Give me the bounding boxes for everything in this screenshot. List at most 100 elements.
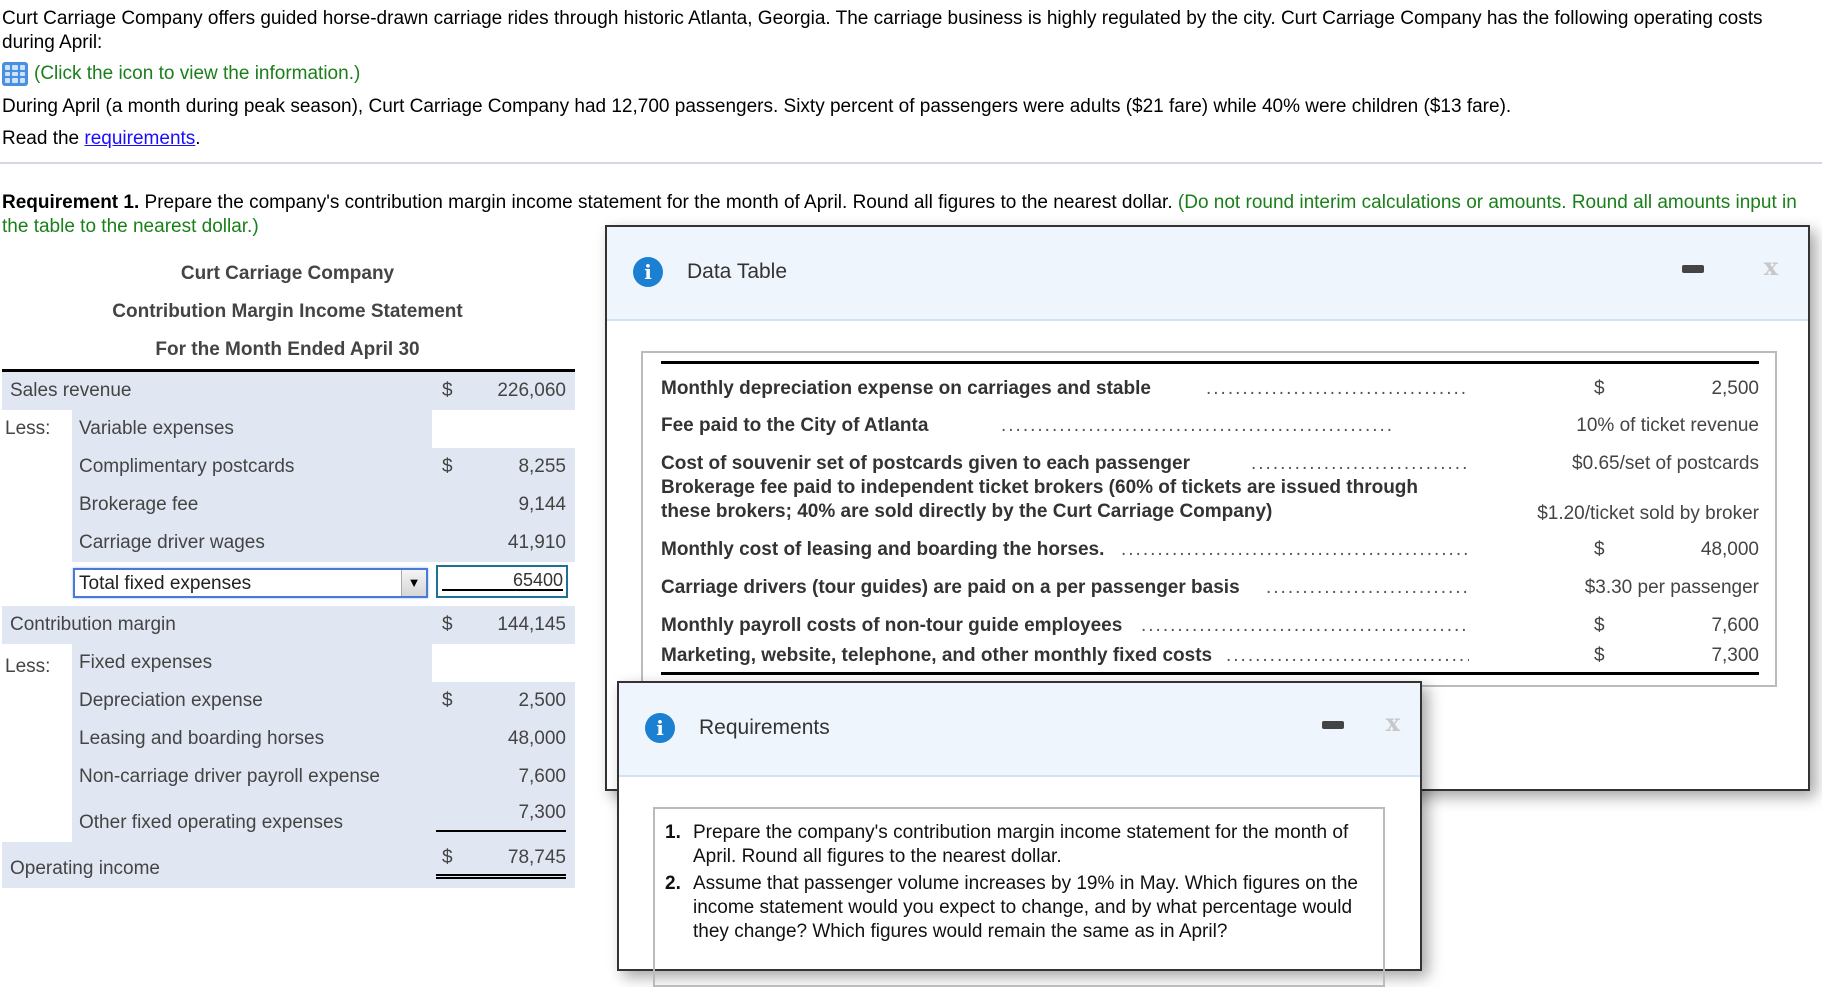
cost-value: 48,000 [1700,539,1759,560]
requirements-list: 1. Prepare the company's contribution ma… [665,821,1365,947]
minimize-icon[interactable] [1322,721,1344,729]
row-fixed-item: Depreciation expense $ 2,500 [0,682,575,720]
row-fixed-item: Non-carriage driver payroll expense 7,60… [0,758,575,796]
row-variable-item: Carriage driver wages 41,910 [0,524,575,562]
fixed-item-amount: 2,500 [518,690,566,711]
row-total-variable: Total fixed expenses ▼ 65400 [0,562,575,606]
variable-item-amount: 41,910 [507,532,566,553]
less-label: Less: [5,418,51,439]
cost-value: 10% of ticket revenue [1576,415,1759,436]
requirements-list-box: 1. Prepare the company's contribution ma… [653,807,1385,987]
requirement-item: 1. Prepare the company's contribution ma… [665,821,1365,869]
data-table-link-text[interactable]: (Click the icon to view the information.… [34,63,360,85]
cost-currency: $ [1594,378,1605,399]
close-icon[interactable]: x [1386,708,1400,737]
leader-dots: ........................................… [1141,615,1469,636]
cost-label: Cost of souvenir set of postcards given … [661,453,1190,474]
requirement-number: 2. [665,873,681,894]
leader-dots: ........................................… [1226,645,1469,666]
leader-dots: ........................................… [1121,539,1469,560]
requirement-1-label: Requirement 1. [2,192,140,213]
contribution-margin-currency: $ [442,614,453,635]
operating-income-currency: $ [442,847,453,868]
fixed-less-label: Less: [5,656,51,677]
variable-item-label: Complimentary postcards [79,456,295,477]
row-contribution-margin: Contribution margin $ 144,145 [0,606,575,644]
requirements-title: Requirements [699,716,830,739]
cost-value: 2,500 [1711,378,1759,399]
operating-income-label: Operating income [10,858,160,879]
contribution-margin-amount: 144,145 [497,614,566,635]
fixed-item-amount: 7,600 [518,766,566,787]
statement-period: For the Month Ended April 30 [155,339,420,360]
variable-item-amount: 8,255 [518,456,566,477]
row-variable-header: Less: Variable expenses [0,410,575,448]
cost-currency: $ [1594,615,1605,636]
requirements-header[interactable]: i Requirements x [619,683,1420,777]
leader-dots: ........................................… [1206,378,1469,399]
cost-value: 7,600 [1711,615,1759,636]
read-requirements-line: Read the requirements. [2,128,201,150]
row-variable-item: Brokerage fee 9,144 [0,486,575,524]
cost-value: 7,300 [1711,645,1759,666]
variable-item-label: Brokerage fee [79,494,199,515]
row-variable-item: Complimentary postcards $ 8,255 [0,448,575,486]
read-suffix: . [195,128,201,149]
cost-label: Monthly depreciation expense on carriage… [661,378,1151,399]
data-grid-icon[interactable] [2,62,28,86]
data-table-link[interactable]: (Click the icon to view the information.… [2,62,360,86]
sales-revenue-amount: 226,060 [497,380,566,401]
fixed-item-label: Other fixed operating expenses [79,812,344,833]
statement-title: Contribution Margin Income Statement [112,301,463,322]
info-icon: i [633,257,663,287]
row-fixed-header: Less: Fixed expenses [0,644,575,682]
row-operating-income: Operating income $ 78,745 [0,842,575,888]
data-table-header[interactable]: i Data Table x [607,227,1808,321]
cost-label: Fee paid to the City of Atlanta [661,415,929,436]
total-amount-input[interactable]: 65400 [436,565,568,598]
row-fixed-item: Leasing and boarding horses 48,000 [0,720,575,758]
requirement-number: 1. [665,822,681,843]
cost-value: $3.30 per passenger [1584,577,1759,598]
cost-label: Marketing, website, telephone, and other… [661,645,1213,666]
cost-value: $1.20/ticket sold by broker [1537,503,1759,524]
requirement-item: 2. Assume that passenger volume increase… [665,872,1365,944]
variable-expenses-header: Variable expenses [79,418,234,439]
intro-text: Curt Carriage Company offers guided hors… [2,7,1817,55]
cost-row: Brokerage fee paid to independent ticket… [661,476,1759,526]
cost-label-line2: these brokers; 40% are sold directly by … [661,501,1273,522]
operating-income-amount: 78,745 [507,847,566,868]
operating-costs-table: Monthly depreciation expense on carriage… [641,351,1777,687]
requirements-link[interactable]: requirements [84,128,195,149]
requirement-text: Assume that passenger volume increases b… [693,873,1358,942]
fixed-expenses-header: Fixed expenses [79,652,213,673]
row-sales-revenue: Sales revenue $ 226,060 [0,372,575,410]
passengers-text: During April (a month during peak season… [2,96,1512,117]
cost-label: Monthly payroll costs of non-tour guide … [661,615,1123,636]
fixed-item-label: Non-carriage driver payroll expense [79,766,380,787]
cost-value: $0.65/set of postcards [1572,453,1759,474]
variable-item-currency: $ [442,456,453,477]
income-statement: Curt Carriage Company Contribution Margi… [0,255,575,888]
variable-item-amount: 9,144 [518,494,566,515]
cost-currency: $ [1594,539,1605,560]
fixed-item-amount: 7,300 [436,796,566,832]
dropdown-arrow-icon[interactable]: ▼ [401,570,426,596]
fixed-item-label: Depreciation expense [79,690,263,711]
total-label-select[interactable]: Total fixed expenses ▼ [73,568,428,598]
close-icon[interactable]: x [1764,252,1778,281]
contribution-margin-label: Contribution margin [10,614,176,635]
data-table-title: Data Table [687,260,788,283]
variable-item-label: Carriage driver wages [79,532,265,553]
read-prefix: Read the [2,128,85,149]
statement-company: Curt Carriage Company [180,263,395,284]
sales-revenue-label: Sales revenue [10,380,132,401]
cost-label: Monthly cost of leasing and boarding the… [661,539,1105,560]
fixed-item-amount: 48,000 [507,728,566,749]
total-label-select-value[interactable]: Total fixed expenses [79,570,251,597]
cost-label: Carriage drivers (tour guides) are paid … [661,577,1240,598]
row-fixed-item: Other fixed operating expenses 7,300 [0,796,575,842]
minimize-icon[interactable] [1682,265,1704,273]
requirement-1-body: Prepare the company's contribution margi… [139,192,1178,213]
cost-label: Brokerage fee paid to independent ticket… [661,477,1419,498]
